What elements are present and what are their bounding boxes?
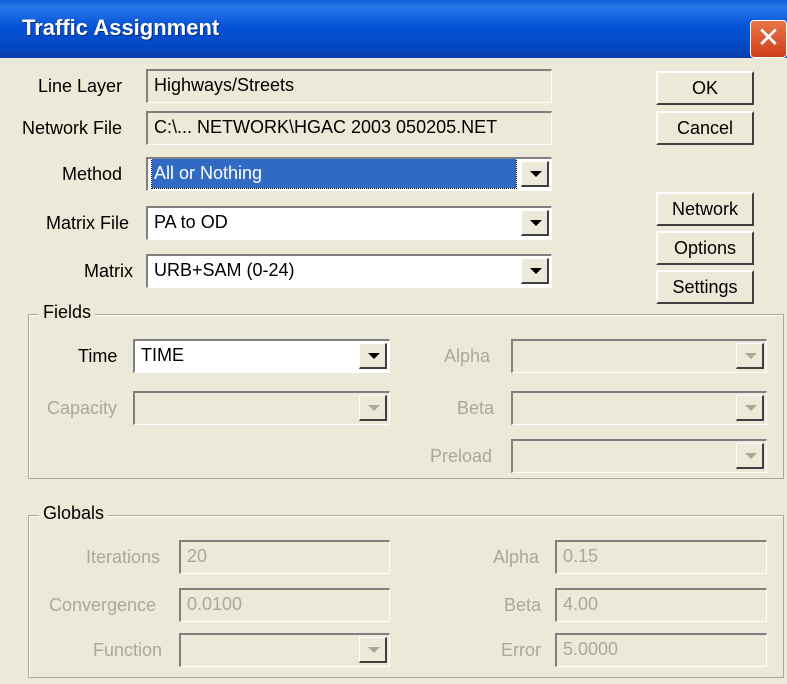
line-layer-value: Highways/Streets <box>154 75 295 95</box>
matrix-value: URB+SAM (0-24) <box>154 260 295 280</box>
preload-label: Preload <box>430 446 493 466</box>
matrix-file-select[interactable]: PA to OD <box>146 206 552 240</box>
network-button[interactable]: Network <box>656 192 754 226</box>
method-value: All or Nothing <box>151 159 517 189</box>
capacity-label: Capacity <box>47 398 118 418</box>
network-file-value: C:\... NETWORK\HGAC 2003 050205.NET <box>154 117 498 137</box>
network-file-field: C:\... NETWORK\HGAC 2003 050205.NET <box>146 111 552 145</box>
iterations-label: Iterations <box>86 547 161 567</box>
close-icon[interactable]: ✕ <box>750 20 787 58</box>
convergence-value: 0.0100 <box>187 594 243 614</box>
settings-button[interactable]: Settings <box>656 270 754 304</box>
matrix-select[interactable]: URB+SAM (0-24) <box>146 254 552 288</box>
iterations-value: 20 <box>187 546 208 566</box>
options-button[interactable]: Options <box>656 231 754 265</box>
matrix-file-value: PA to OD <box>154 212 228 232</box>
chevron-down-icon <box>736 343 764 369</box>
convergence-label: Convergence <box>49 595 157 615</box>
preload-select <box>511 439 767 473</box>
chevron-down-icon[interactable] <box>521 210 549 236</box>
alpha-select <box>511 339 767 373</box>
globals-legend: Globals <box>39 503 109 524</box>
line-layer-label: Line Layer <box>38 76 123 96</box>
globals-beta-label: Beta <box>504 595 542 615</box>
globals-group: Globals Iterations 20 Convergence 0.0100… <box>28 503 784 678</box>
chevron-down-icon <box>736 395 764 421</box>
chevron-down-icon[interactable] <box>521 258 549 284</box>
globals-alpha-value: 0.15 <box>563 546 599 566</box>
alpha-label: Alpha <box>444 346 491 366</box>
method-select[interactable]: All or Nothing <box>146 157 552 191</box>
globals-beta-field: 4.00 <box>555 588 767 622</box>
matrix-file-label: Matrix File <box>46 213 130 233</box>
capacity-select <box>133 391 390 425</box>
matrix-label: Matrix <box>84 261 133 281</box>
chevron-down-icon <box>359 395 387 421</box>
chevron-down-icon <box>736 443 764 469</box>
globals-alpha-label: Alpha <box>493 547 540 567</box>
fields-group: Fields Time TIME Capacity Alpha Beta Pre… <box>28 302 784 479</box>
chevron-down-icon[interactable] <box>359 343 387 369</box>
title-bar[interactable]: Traffic Assignment ✕ <box>0 0 787 58</box>
traffic-assignment-dialog: Traffic Assignment ✕ Line Layer Highways… <box>0 0 787 684</box>
iterations-field: 20 <box>179 540 390 574</box>
time-select[interactable]: TIME <box>133 339 390 373</box>
ok-button[interactable]: OK <box>656 71 754 105</box>
error-value: 5.0000 <box>563 639 619 659</box>
globals-beta-value: 4.00 <box>563 594 599 614</box>
fields-legend: Fields <box>39 302 96 323</box>
chevron-down-icon[interactable] <box>521 161 549 187</box>
method-label: Method <box>62 164 123 184</box>
error-label: Error <box>501 640 541 660</box>
error-field: 5.0000 <box>555 633 767 667</box>
cancel-button[interactable]: Cancel <box>656 111 754 145</box>
network-file-label: Network File <box>22 118 123 138</box>
time-label: Time <box>78 346 118 366</box>
beta-select <box>511 391 767 425</box>
time-value: TIME <box>141 345 184 365</box>
line-layer-field: Highways/Streets <box>146 69 552 103</box>
window-title: Traffic Assignment <box>22 15 220 40</box>
convergence-field: 0.0100 <box>179 588 390 622</box>
globals-alpha-field: 0.15 <box>555 540 767 574</box>
chevron-down-icon <box>359 637 387 663</box>
function-select <box>179 633 390 667</box>
function-label: Function <box>93 640 163 660</box>
beta-label: Beta <box>457 398 495 418</box>
dialog-body: Line Layer Highways/Streets Network File… <box>0 58 787 684</box>
